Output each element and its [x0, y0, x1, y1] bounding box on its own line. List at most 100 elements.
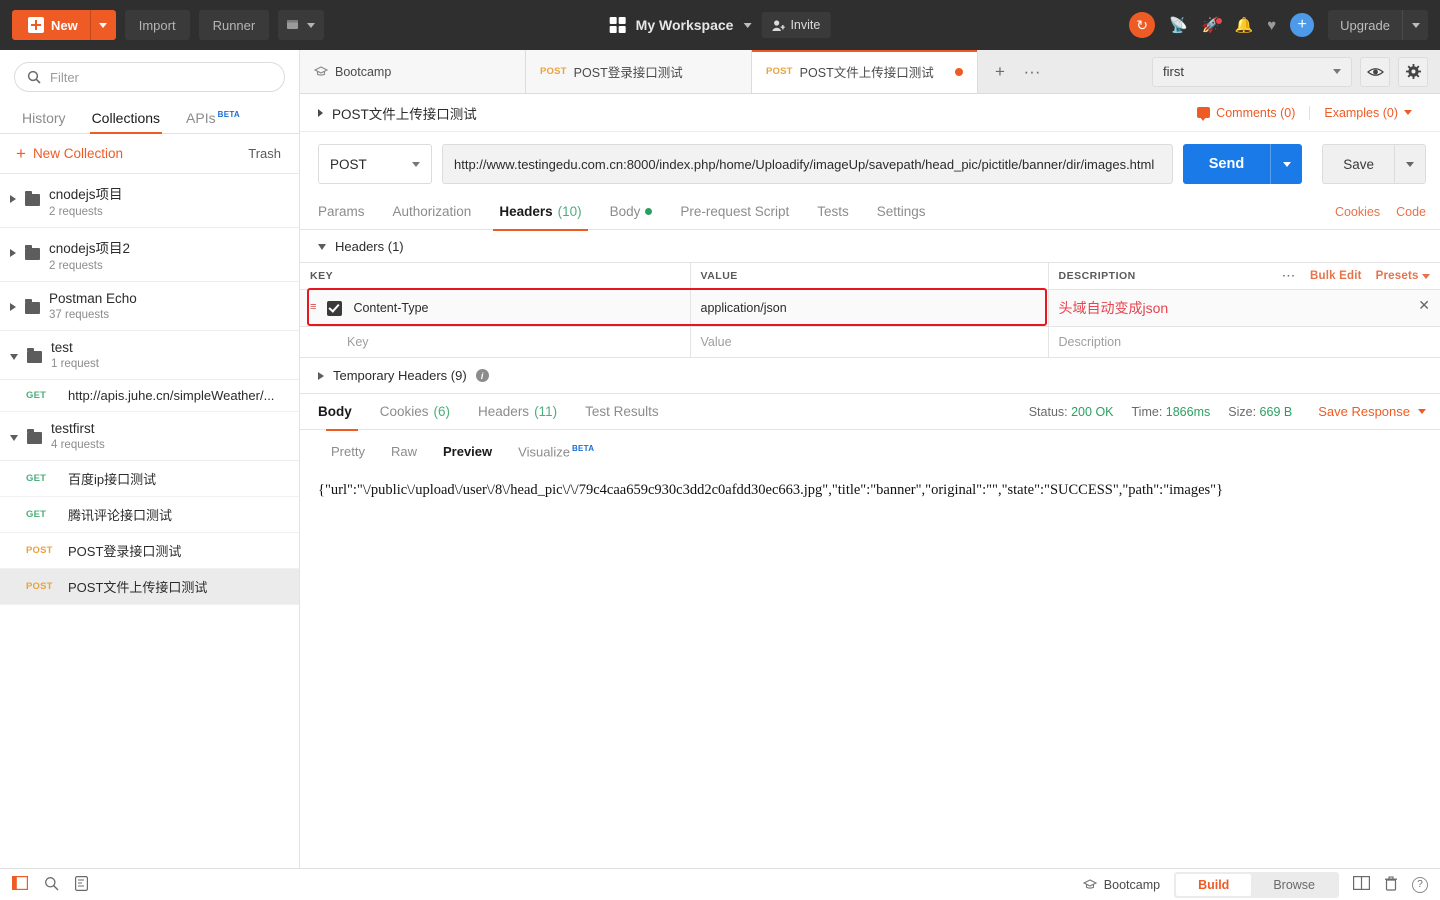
- save-response-button[interactable]: Save Response: [1310, 404, 1426, 419]
- workspace-selector[interactable]: My Workspace Invite: [609, 12, 831, 38]
- sidebar-tab-history[interactable]: History: [22, 110, 66, 133]
- info-icon[interactable]: i: [475, 369, 489, 382]
- add-tab-button[interactable]: +: [986, 58, 1014, 86]
- temporary-headers-row[interactable]: Temporary Headers (9) i: [300, 358, 1440, 394]
- bulk-edit-button[interactable]: Bulk Edit: [1310, 270, 1362, 282]
- search-icon[interactable]: [44, 876, 59, 894]
- headers-more-options-button[interactable]: ···: [1282, 270, 1296, 282]
- method-selector[interactable]: POST: [318, 144, 432, 184]
- invite-button[interactable]: Invite: [761, 12, 831, 38]
- plus-circle-icon[interactable]: +: [1290, 13, 1315, 37]
- bootcamp-icon: [314, 66, 328, 76]
- console-icon[interactable]: [75, 875, 89, 894]
- header-value-cell-empty[interactable]: Value: [689, 326, 1049, 358]
- environment-quick-look-button[interactable]: [1360, 56, 1390, 87]
- response-tab-body[interactable]: Body: [318, 394, 366, 431]
- chevron-right-icon[interactable]: [10, 195, 16, 203]
- cookies-link[interactable]: Cookies: [1335, 205, 1380, 219]
- request-tab-login[interactable]: POST POST登录接口测试: [526, 50, 752, 93]
- send-options-button[interactable]: [1270, 144, 1303, 184]
- trash-button[interactable]: Trash: [248, 146, 281, 161]
- drag-handle-icon[interactable]: ≡: [310, 302, 316, 313]
- chevron-right-icon[interactable]: [10, 249, 16, 257]
- browse-tab[interactable]: Browse: [1251, 874, 1337, 896]
- presets-button[interactable]: Presets: [1376, 270, 1430, 282]
- tab-body[interactable]: Body: [596, 194, 667, 230]
- settings-gear-button[interactable]: [1398, 56, 1428, 87]
- help-icon[interactable]: ?: [1412, 876, 1428, 893]
- comments-button[interactable]: Comments (0): [1183, 106, 1309, 121]
- bootcamp-button[interactable]: Bootcamp: [1082, 878, 1160, 892]
- row-checkbox[interactable]: [327, 300, 343, 316]
- chevron-right-icon[interactable]: [10, 303, 16, 311]
- request-item[interactable]: POST POST登录接口测试: [0, 533, 299, 569]
- tab-authorization[interactable]: Authorization: [379, 194, 486, 230]
- response-tab-headers[interactable]: Headers (11): [464, 394, 571, 430]
- request-title-group[interactable]: POST文件上传接口测试: [318, 103, 477, 123]
- header-key-cell-empty[interactable]: Key: [300, 326, 691, 358]
- collection-item[interactable]: cnodejs项目 2 requests: [0, 174, 299, 228]
- request-item[interactable]: GET 百度ip接口测试: [0, 461, 299, 497]
- build-tab[interactable]: Build: [1176, 873, 1252, 896]
- upgrade-button[interactable]: Upgrade: [1328, 10, 1428, 40]
- save-options-button[interactable]: [1394, 144, 1426, 184]
- view-tab-pretty[interactable]: Pretty: [318, 441, 378, 462]
- request-item[interactable]: GET http://apis.juhe.cn/simpleWeather/..…: [0, 380, 299, 412]
- view-tab-raw[interactable]: Raw: [378, 441, 430, 462]
- bell-icon[interactable]: 🔔: [1235, 18, 1254, 33]
- view-tab-preview[interactable]: Preview: [430, 441, 505, 462]
- satellite-icon[interactable]: 📡: [1169, 18, 1188, 33]
- tab-headers[interactable]: Headers (10): [485, 194, 595, 231]
- send-button[interactable]: Send: [1182, 144, 1271, 184]
- headers-collapse-toggle[interactable]: Headers (1): [300, 230, 1440, 262]
- table-row[interactable]: ≡ Content-Type application/json ✕ 头域自动变成…: [300, 289, 1440, 327]
- table-row-placeholder[interactable]: Key Value Description: [300, 326, 1440, 358]
- close-icon[interactable]: ✕: [1418, 298, 1430, 312]
- collection-item[interactable]: test 1 request: [0, 331, 299, 380]
- request-item[interactable]: GET 腾讯评论接口测试: [0, 497, 299, 533]
- collection-item[interactable]: Postman Echo 37 requests: [0, 282, 299, 331]
- sidebar-toggle-icon[interactable]: [12, 876, 29, 893]
- new-window-button[interactable]: [278, 10, 325, 40]
- header-key-cell[interactable]: ≡ Content-Type: [300, 289, 691, 327]
- tab-pre-request-script[interactable]: Pre-request Script: [666, 194, 803, 230]
- chevron-right-icon[interactable]: [318, 108, 323, 117]
- two-pane-icon[interactable]: [1353, 876, 1371, 893]
- heart-icon[interactable]: ♥: [1267, 18, 1276, 33]
- url-input[interactable]: http://www.testingedu.com.cn:8000/index.…: [442, 144, 1173, 184]
- tab-settings[interactable]: Settings: [863, 194, 940, 230]
- sidebar-tab-collections[interactable]: Collections: [89, 110, 163, 134]
- upgrade-caret[interactable]: [1402, 10, 1428, 40]
- examples-button[interactable]: Examples (0): [1309, 105, 1426, 120]
- header-description-cell-empty[interactable]: Description: [1047, 326, 1440, 358]
- tab-tests[interactable]: Tests: [803, 194, 863, 230]
- new-button[interactable]: New: [12, 10, 116, 40]
- sync-icon[interactable]: ↻: [1129, 12, 1156, 38]
- view-tab-visualize[interactable]: Visualize BETA: [505, 441, 607, 462]
- response-tab-test-results[interactable]: Test Results: [571, 394, 673, 430]
- search-input[interactable]: Filter: [14, 62, 285, 92]
- response-tab-cookies[interactable]: Cookies (6): [366, 394, 464, 430]
- new-button-caret[interactable]: [89, 10, 116, 40]
- request-tab-bootcamp[interactable]: Bootcamp: [300, 50, 526, 93]
- header-value-cell[interactable]: application/json: [689, 289, 1049, 327]
- sidebar-tab-apis[interactable]: APIs BETA: [186, 110, 240, 133]
- import-button[interactable]: Import: [124, 10, 190, 40]
- new-collection-button[interactable]: + New Collection: [16, 145, 123, 162]
- rocket-icon[interactable]: 🚀: [1202, 16, 1223, 33]
- tab-options-button[interactable]: ···: [1018, 58, 1046, 86]
- collection-item[interactable]: testfirst 4 requests: [0, 412, 299, 461]
- request-tab-upload[interactable]: POST POST文件上传接口测试: [752, 50, 978, 93]
- request-item-selected[interactable]: POST POST文件上传接口测试: [0, 569, 299, 605]
- collection-item[interactable]: cnodejs项目2 2 requests: [0, 228, 299, 282]
- tab-params[interactable]: Params: [318, 194, 379, 230]
- chevron-down-icon[interactable]: [10, 435, 18, 441]
- header-description-cell[interactable]: ✕ 头域自动变成json: [1047, 289, 1440, 327]
- runner-button[interactable]: Runner: [198, 10, 270, 40]
- code-link[interactable]: Code: [1396, 205, 1426, 219]
- trash-icon[interactable]: [1384, 875, 1398, 894]
- environment-selector[interactable]: first: [1152, 56, 1352, 87]
- chevron-down-icon[interactable]: [10, 354, 18, 360]
- save-button[interactable]: Save: [1322, 144, 1394, 184]
- chevron-right-icon[interactable]: [318, 371, 324, 380]
